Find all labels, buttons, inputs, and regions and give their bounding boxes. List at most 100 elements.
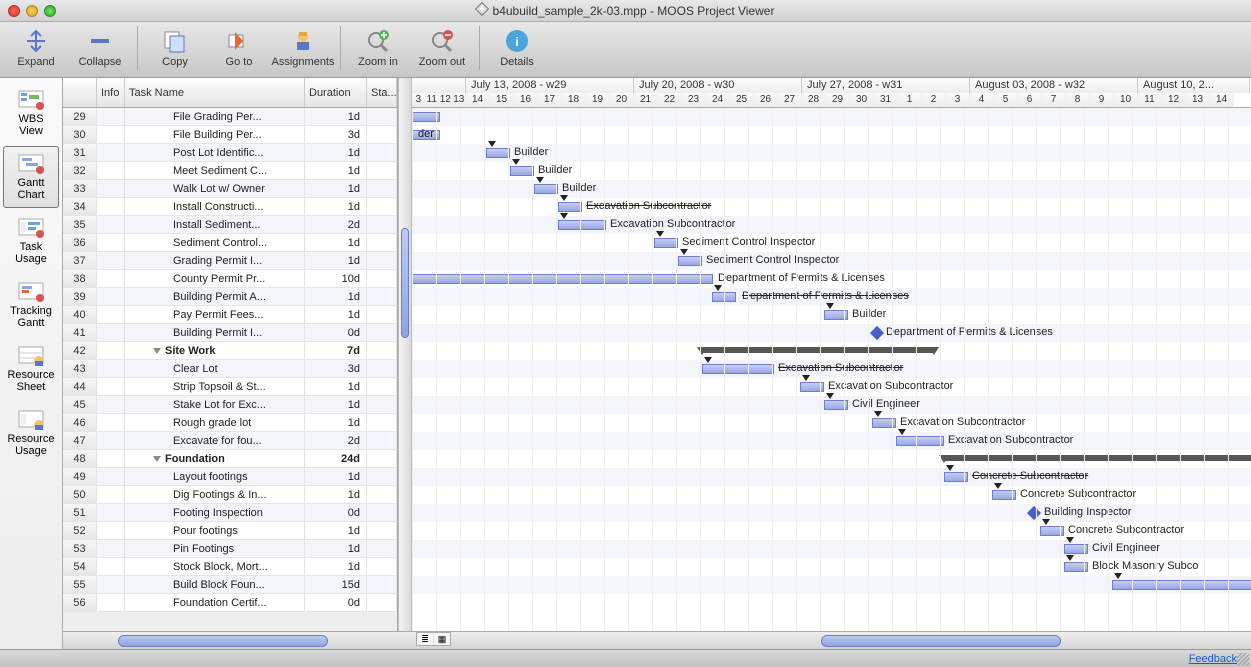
table-row[interactable]: 32Meet Sediment C...1d xyxy=(63,162,397,180)
day-header: 3 xyxy=(412,93,426,108)
task-name: Pay Permit Fees... xyxy=(125,306,305,323)
zoomout-button[interactable]: Zoom out xyxy=(412,26,472,68)
task-bar[interactable] xyxy=(654,238,678,248)
task-duration: 7d xyxy=(305,342,367,359)
task-name: Building Permit I... xyxy=(125,324,305,341)
resource-label: Concrete Subcontractor xyxy=(1068,524,1184,536)
day-header: 12 xyxy=(439,93,453,108)
dependency-arrow-icon xyxy=(1066,537,1074,543)
table-row[interactable]: 44Strip Topsoil & St...1d xyxy=(63,378,397,396)
task-bar[interactable] xyxy=(486,148,510,158)
task-hscroll-thumb[interactable] xyxy=(118,635,328,647)
task-bar[interactable] xyxy=(558,220,606,230)
table-row[interactable]: 45Stake Lot for Exc...1d xyxy=(63,396,397,414)
col-name[interactable]: Task Name xyxy=(125,78,305,107)
table-row[interactable]: 39Building Permit A...1d xyxy=(63,288,397,306)
vertical-scrollbar-thumb[interactable] xyxy=(401,228,409,338)
table-row[interactable]: 41Building Permit I...0d xyxy=(63,324,397,342)
mode-list-icon[interactable]: ≣ xyxy=(417,633,433,645)
table-row[interactable]: 52Pour footings1d xyxy=(63,522,397,540)
table-row[interactable]: 38County Permit Pr...10d xyxy=(63,270,397,288)
row-number: 47 xyxy=(63,432,97,449)
viewbar-tracking[interactable]: TrackingGantt xyxy=(3,274,59,336)
table-row[interactable]: 37Grading Permit I...1d xyxy=(63,252,397,270)
table-row[interactable]: 49Layout footings1d xyxy=(63,468,397,486)
col-start[interactable]: Sta... xyxy=(367,78,397,107)
viewbar-resourceusage[interactable]: ResourceUsage xyxy=(3,402,59,464)
details-button[interactable]: i Details xyxy=(487,26,547,68)
task-bar[interactable] xyxy=(896,436,944,446)
table-row[interactable]: 30File Building Per...3d xyxy=(63,126,397,144)
table-row[interactable]: 51Footing Inspection0d xyxy=(63,504,397,522)
row-number: 48 xyxy=(63,450,97,467)
col-info[interactable]: Info xyxy=(97,78,125,107)
expand-button[interactable]: Expand xyxy=(6,26,66,68)
table-row[interactable]: 43Clear Lot3d xyxy=(63,360,397,378)
row-number: 38 xyxy=(63,270,97,287)
task-name: Sediment Control... xyxy=(125,234,305,251)
table-row[interactable]: 47Excavate for fou...2d xyxy=(63,432,397,450)
disclosure-icon[interactable] xyxy=(153,456,161,462)
table-row[interactable]: 50Dig Footings & In...1d xyxy=(63,486,397,504)
row-number: 40 xyxy=(63,306,97,323)
task-duration: 24d xyxy=(305,450,367,467)
resize-handle[interactable] xyxy=(1237,653,1249,665)
row-info xyxy=(97,288,125,305)
copy-button[interactable]: Copy xyxy=(145,26,205,68)
table-row[interactable]: 54Stock Block, Mort...1d xyxy=(63,558,397,576)
task-bar[interactable] xyxy=(678,256,702,266)
col-number[interactable] xyxy=(63,78,97,107)
gantt-hscroll-thumb[interactable] xyxy=(821,635,1061,647)
resource-label: Concrete Subcontractor xyxy=(972,470,1088,482)
table-row[interactable]: 35Install Sediment...2d xyxy=(63,216,397,234)
assignments-button[interactable]: Assignments xyxy=(273,26,333,68)
table-row[interactable]: 56Foundation Certif...0d xyxy=(63,594,397,612)
table-row[interactable]: 31Post Lot Identific...1d xyxy=(63,144,397,162)
summary-bar[interactable] xyxy=(702,347,934,353)
task-bar[interactable] xyxy=(534,184,558,194)
row-number: 34 xyxy=(63,198,97,215)
row-info xyxy=(97,180,125,197)
task-bar[interactable] xyxy=(558,202,582,212)
day-header: 14 xyxy=(466,93,490,108)
table-row[interactable]: 33Walk Lot w/ Owner1d xyxy=(63,180,397,198)
zoomin-button[interactable]: Zoom in xyxy=(348,26,408,68)
task-bar[interactable] xyxy=(412,274,713,284)
view-mode-buttons[interactable]: ≣ ▦ xyxy=(416,632,451,646)
table-row[interactable]: 34Install Constructi...1d xyxy=(63,198,397,216)
gantt-row: Sediment Control Inspector xyxy=(412,252,1251,270)
col-duration[interactable]: Duration xyxy=(305,78,367,107)
row-info xyxy=(97,198,125,215)
milestone[interactable] xyxy=(1027,506,1041,520)
table-row[interactable]: 40Pay Permit Fees...1d xyxy=(63,306,397,324)
gantt-row: Builder xyxy=(412,144,1251,162)
table-row[interactable]: 53Pin Footings1d xyxy=(63,540,397,558)
gantt-pane[interactable]: July 13, 2008 - w29July 20, 2008 - w30Ju… xyxy=(412,78,1251,631)
milestone[interactable] xyxy=(870,326,884,340)
day-header: 26 xyxy=(754,93,778,108)
task-bar[interactable] xyxy=(702,364,774,374)
task-start xyxy=(367,468,397,485)
row-info xyxy=(97,468,125,485)
task-name: Excavate for fou... xyxy=(125,432,305,449)
goto-button[interactable]: Go to xyxy=(209,26,269,68)
viewbar-wbs[interactable]: WBSView xyxy=(3,82,59,144)
mode-grid-icon[interactable]: ▦ xyxy=(434,633,450,645)
feedback-link[interactable]: Feedback xyxy=(1189,653,1237,665)
viewbar-resourcesheet[interactable]: ResourceSheet xyxy=(3,338,59,400)
resource-label: Excavation Subcontractor xyxy=(948,434,1073,446)
table-row[interactable]: 36Sediment Control...1d xyxy=(63,234,397,252)
gantt-row: Civil Engineer xyxy=(412,540,1251,558)
collapse-button[interactable]: Collapse xyxy=(70,26,130,68)
disclosure-icon[interactable] xyxy=(153,348,161,354)
table-row[interactable]: 29File Grading Per...1d xyxy=(63,108,397,126)
viewbar-gantt[interactable]: GanttChart xyxy=(3,146,59,208)
table-row[interactable]: 46Rough grade lot1d xyxy=(63,414,397,432)
table-row[interactable]: 48Foundation24d xyxy=(63,450,397,468)
week-header: July 13, 2008 - w29 xyxy=(466,78,634,93)
pane-splitter[interactable] xyxy=(398,78,412,631)
table-row[interactable]: 42Site Work7d xyxy=(63,342,397,360)
table-row[interactable]: 55Build Block Foun...15d xyxy=(63,576,397,594)
task-bar[interactable] xyxy=(510,166,534,176)
viewbar-taskusage[interactable]: TaskUsage xyxy=(3,210,59,272)
